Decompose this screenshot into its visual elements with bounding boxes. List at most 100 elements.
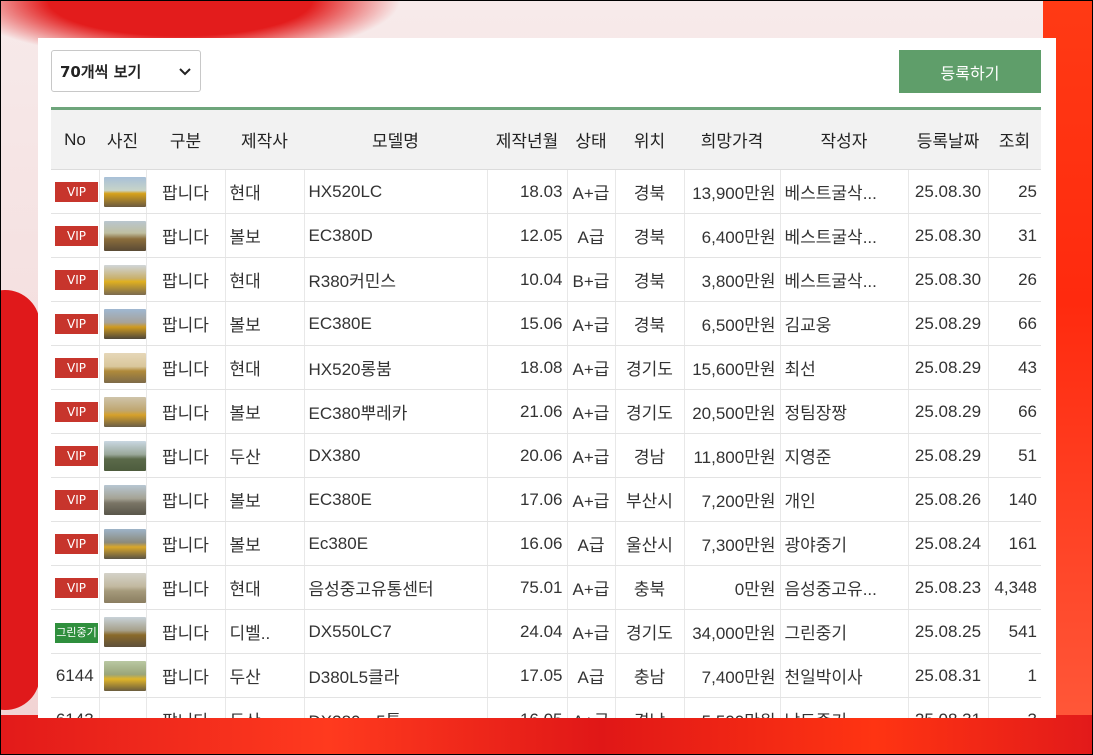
cell-author: 그린중기 <box>780 609 909 654</box>
cell-photo[interactable] <box>99 389 147 434</box>
cell-grade: A+급 <box>567 609 616 654</box>
cell-type: 팝니다 <box>146 301 226 346</box>
cell-price: 13,900만원 <box>684 169 781 214</box>
table-row[interactable]: VIP 팝니다 두산 DX380 20.06 A+급 경남 11,800만원 지영준 25.08.… <box>51 433 1041 478</box>
table-row[interactable]: VIP 팝니다 현대 음성중고유통센터 75.01 A+급 충북 0만원 음성중고유... 25.… <box>51 565 1041 610</box>
cell-photo[interactable] <box>99 521 147 566</box>
cell-photo[interactable] <box>99 257 147 302</box>
cell-model[interactable]: R380커민스 <box>304 257 488 302</box>
cell-model[interactable]: HX520롱붐 <box>304 345 488 390</box>
cell-price: 0만원 <box>684 565 781 610</box>
cell-location: 경남 <box>615 697 685 718</box>
cell-type: 팝니다 <box>146 389 226 434</box>
dealer-badge: 그린중기 <box>55 622 98 643</box>
cell-model[interactable]: 음성중고유통센터 <box>304 565 488 610</box>
cell-photo[interactable] <box>99 653 147 698</box>
cell-views: 140 <box>988 477 1041 522</box>
cell-photo[interactable] <box>99 609 147 654</box>
table-row[interactable]: VIP 팝니다 볼보 EC380E 17.06 A+급 부산시 7,200만원 개인 25.08.… <box>51 477 1041 522</box>
cell-model[interactable]: Ec380E <box>304 521 488 566</box>
cell-location: 경북 <box>615 213 685 258</box>
cell-author: 남도중기 <box>780 697 909 718</box>
cell-model[interactable]: DX380ㅡ5틀 <box>304 697 488 718</box>
cell-year: 20.06 <box>487 433 568 478</box>
listing-panel: 70개씩 보기 등록하기 No 사진 구분 제작사 모델명 제작년월 상태 위치 희망가격 작성자… <box>38 38 1056 718</box>
cell-author: 김교웅 <box>780 301 909 346</box>
cell-type: 팝니다 <box>146 521 226 566</box>
table-row[interactable]: VIP 팝니다 현대 R380커민스 10.04 B+급 경북 3,800만원 베스트굴삭...… <box>51 257 1041 302</box>
cell-year: 15.06 <box>487 301 568 346</box>
cell-photo[interactable] <box>99 169 147 214</box>
cell-date: 25.08.30 <box>908 213 989 258</box>
excavator-thumbnail[interactable] <box>103 396 145 427</box>
cell-no: 그린중기 <box>51 609 100 654</box>
table-row[interactable]: VIP 팝니다 볼보 EC380E 15.06 A+급 경북 6,500만원 김교웅 25.08.… <box>51 301 1041 346</box>
excavator-thumbnail[interactable] <box>103 616 145 647</box>
cell-type: 팝니다 <box>146 609 226 654</box>
excavator-thumbnail[interactable] <box>103 352 145 383</box>
table-row[interactable]: VIP 팝니다 볼보 Ec380E 16.06 A급 울산시 7,300만원 광야중기 25.08… <box>51 521 1041 566</box>
cell-maker: 볼보 <box>225 301 305 346</box>
cell-views: 25 <box>988 169 1041 214</box>
page-size-select[interactable]: 70개씩 보기 <box>51 50 201 92</box>
excavator-thumbnail[interactable] <box>103 660 145 691</box>
cell-photo[interactable] <box>99 477 147 522</box>
cell-date: 25.08.29 <box>908 389 989 434</box>
table-row[interactable]: VIP 팝니다 볼보 EC380뿌레카 21.06 A+급 경기도 20,500만원 정팀장짱 2… <box>51 389 1041 434</box>
listing-table: No 사진 구분 제작사 모델명 제작년월 상태 위치 희망가격 작성자 등록날짜 조회 VIP 팝니다… <box>51 110 1041 718</box>
cell-year: 16.05 <box>487 697 568 718</box>
cell-grade: A+급 <box>567 345 616 390</box>
cell-location: 경기도 <box>615 345 685 390</box>
cell-location: 울산시 <box>615 521 685 566</box>
excavator-thumbnail[interactable] <box>103 308 145 339</box>
cell-model[interactable]: D380L5클라 <box>304 653 488 698</box>
cell-grade: A급 <box>567 653 616 698</box>
cell-price: 34,000만원 <box>684 609 781 654</box>
register-button[interactable]: 등록하기 <box>899 50 1041 93</box>
table-row[interactable]: 그린중기 팝니다 디벨.. DX550LC7 24.04 A+급 경기도 34,000만원 그린… <box>51 609 1041 654</box>
cell-no: VIP <box>51 169 100 214</box>
cell-year: 75.01 <box>487 565 568 610</box>
cell-grade: A+급 <box>567 389 616 434</box>
cell-photo[interactable] <box>99 345 147 390</box>
cell-model[interactable]: DX380 <box>304 433 488 478</box>
cell-maker: 볼보 <box>225 521 305 566</box>
cell-author: 베스트굴삭... <box>780 213 909 258</box>
listing-table-wrap: No 사진 구분 제작사 모델명 제작년월 상태 위치 희망가격 작성자 등록날짜 조회 VIP 팝니다… <box>51 107 1041 718</box>
cell-price: 7,300만원 <box>684 521 781 566</box>
cell-type: 팝니다 <box>146 697 226 718</box>
cell-views: 1 <box>988 653 1041 698</box>
table-row[interactable]: VIP 팝니다 볼보 EC380D 12.05 A급 경북 6,400만원 베스트굴삭... 25… <box>51 213 1041 258</box>
cell-price: 15,600만원 <box>684 345 781 390</box>
cell-photo[interactable] <box>99 301 147 346</box>
cell-date: 25.08.30 <box>908 257 989 302</box>
column-header-type: 구분 <box>146 110 225 170</box>
table-row[interactable]: VIP 팝니다 현대 HX520롱붐 18.08 A+급 경기도 15,600만원 최선 25.0… <box>51 345 1041 390</box>
excavator-thumbnail[interactable] <box>103 220 145 251</box>
cell-photo[interactable] <box>99 697 147 718</box>
excavator-thumbnail[interactable] <box>103 264 145 295</box>
table-row[interactable]: VIP 팝니다 현대 HX520LC 18.03 A+급 경북 13,900만원 베스트굴삭..… <box>51 169 1041 214</box>
cell-model[interactable]: EC380E <box>304 477 488 522</box>
excavator-thumbnail[interactable] <box>103 528 145 559</box>
cell-model[interactable]: DX550LC7 <box>304 609 488 654</box>
cell-no: 6144 <box>51 653 100 698</box>
cell-location: 충북 <box>615 565 685 610</box>
cell-photo[interactable] <box>99 565 147 610</box>
cell-model[interactable]: HX520LC <box>304 169 488 214</box>
cell-photo[interactable] <box>99 213 147 258</box>
cell-model[interactable]: EC380D <box>304 213 488 258</box>
excavator-thumbnail[interactable] <box>103 440 145 471</box>
cell-model[interactable]: EC380뿌레카 <box>304 389 488 434</box>
cell-date: 25.08.24 <box>908 521 989 566</box>
excavator-thumbnail[interactable] <box>103 572 145 603</box>
cell-model[interactable]: EC380E <box>304 301 488 346</box>
cell-type: 팝니다 <box>146 213 226 258</box>
cell-photo[interactable] <box>99 433 147 478</box>
excavator-thumbnail[interactable] <box>103 484 145 515</box>
cell-price: 11,800만원 <box>684 433 781 478</box>
cell-author: 천일박이사 <box>780 653 909 698</box>
table-row[interactable]: 6143 팝니다두산DX380ㅡ5틀16.05A+급경남5,500만원남도중기25… <box>51 697 1041 718</box>
excavator-thumbnail[interactable] <box>103 176 145 207</box>
table-row[interactable]: 6144 팝니다 두산 D380L5클라 17.05 A급 충남 7,400만원 천일박이사 25… <box>51 653 1041 698</box>
